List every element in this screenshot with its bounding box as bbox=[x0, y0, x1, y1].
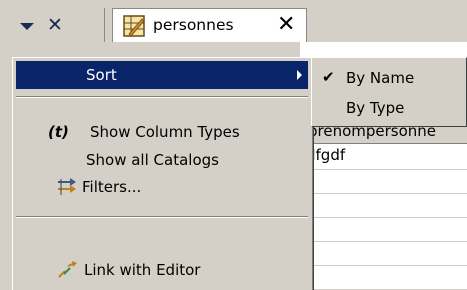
column-types-icon: (t) bbox=[48, 123, 69, 141]
menu-item-label: Sort bbox=[86, 66, 117, 84]
close-view-button[interactable]: ✕ bbox=[44, 14, 66, 36]
menu-item-label: Show all Catalogs bbox=[86, 151, 219, 169]
editor-tab-personnes[interactable]: personnes ✕ bbox=[112, 8, 307, 42]
menu-item-link-with-editor[interactable]: Link with Editor bbox=[16, 256, 308, 284]
checkmark-icon: ✔ bbox=[322, 68, 335, 86]
menu-item-show-column-types[interactable]: (t) Show Column Types bbox=[16, 118, 308, 146]
menu-separator bbox=[16, 216, 308, 218]
row-divider bbox=[300, 169, 467, 170]
menu-item-label: Link with Editor bbox=[84, 261, 201, 279]
menu-item-filters[interactable]: Filters... bbox=[16, 173, 308, 201]
sort-submenu: ✔ By Name By Type bbox=[311, 57, 467, 127]
row-divider bbox=[300, 241, 467, 242]
tab-label: personnes bbox=[153, 16, 234, 34]
menu-separator bbox=[16, 96, 308, 98]
view-context-menu: Sort (t) Show Column Types Show all Cata… bbox=[12, 57, 312, 290]
menu-item-label: Show Column Types bbox=[90, 123, 240, 141]
table-editor-icon bbox=[123, 15, 145, 37]
tab-separator bbox=[104, 8, 105, 42]
filters-icon bbox=[58, 178, 76, 195]
menu-item-label: Filters... bbox=[82, 178, 142, 196]
row-divider bbox=[300, 265, 467, 266]
submenu-item-label: By Type bbox=[346, 99, 405, 117]
submenu-item-by-type[interactable]: By Type bbox=[314, 94, 464, 122]
tab-close-button[interactable]: ✕ bbox=[277, 12, 295, 37]
row-divider bbox=[300, 217, 467, 218]
view-toolbar: ✕ personnes ✕ bbox=[0, 0, 467, 42]
menu-item-show-all-catalogs[interactable]: Show all Catalogs bbox=[16, 146, 308, 174]
link-with-editor-icon bbox=[58, 261, 77, 278]
submenu-item-by-name[interactable]: ✔ By Name bbox=[314, 64, 464, 92]
submenu-arrow-icon bbox=[297, 70, 302, 80]
menu-item-sort[interactable]: Sort bbox=[16, 61, 308, 89]
submenu-item-label: By Name bbox=[346, 69, 415, 87]
row-divider bbox=[300, 193, 467, 194]
view-menu-dropdown-icon[interactable] bbox=[20, 23, 34, 30]
